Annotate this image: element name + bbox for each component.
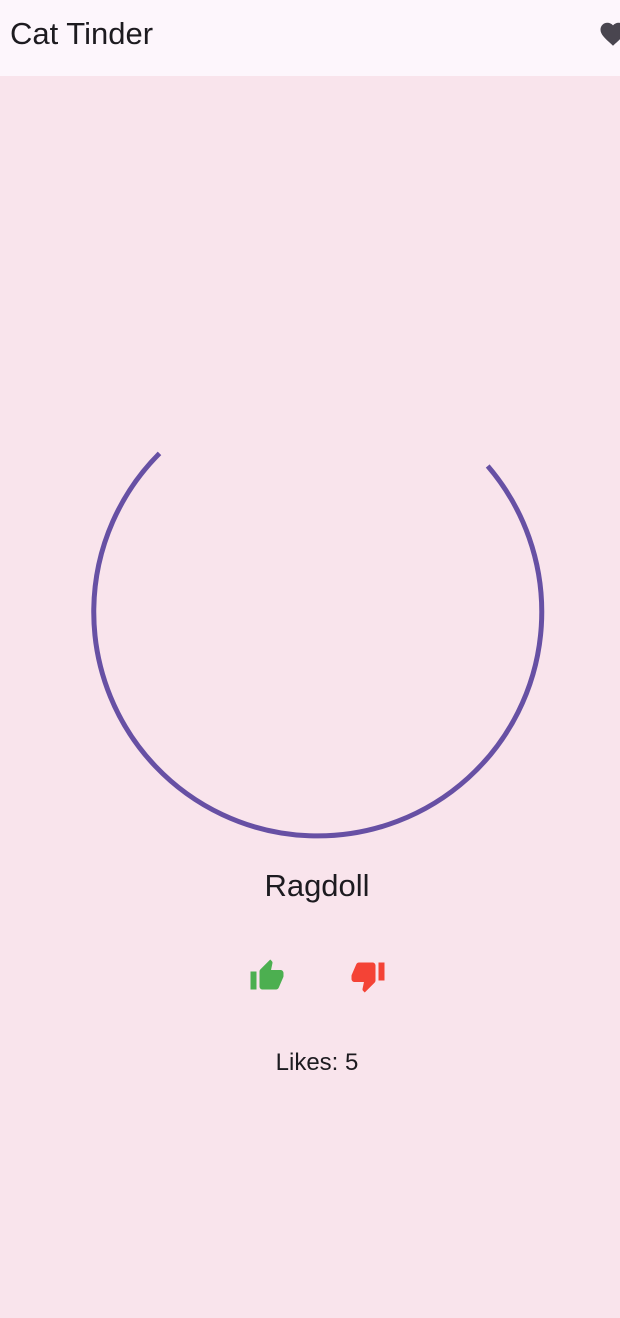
loading-spinner [91,451,545,839]
thumb-down-icon [351,962,385,993]
loading-spinner-arc [91,451,545,839]
heart-icon [600,22,620,46]
app-title: Cat Tinder [10,16,154,51]
like-button[interactable] [243,952,291,1000]
favorites-button[interactable] [590,10,620,62]
cat-name: Ragdoll [264,868,370,903]
thumb-up-icon [250,959,284,990]
app-bar: Cat Tinder [0,0,620,76]
dislike-button[interactable] [344,952,392,1000]
likes-count: Likes: 5 [275,1049,359,1076]
